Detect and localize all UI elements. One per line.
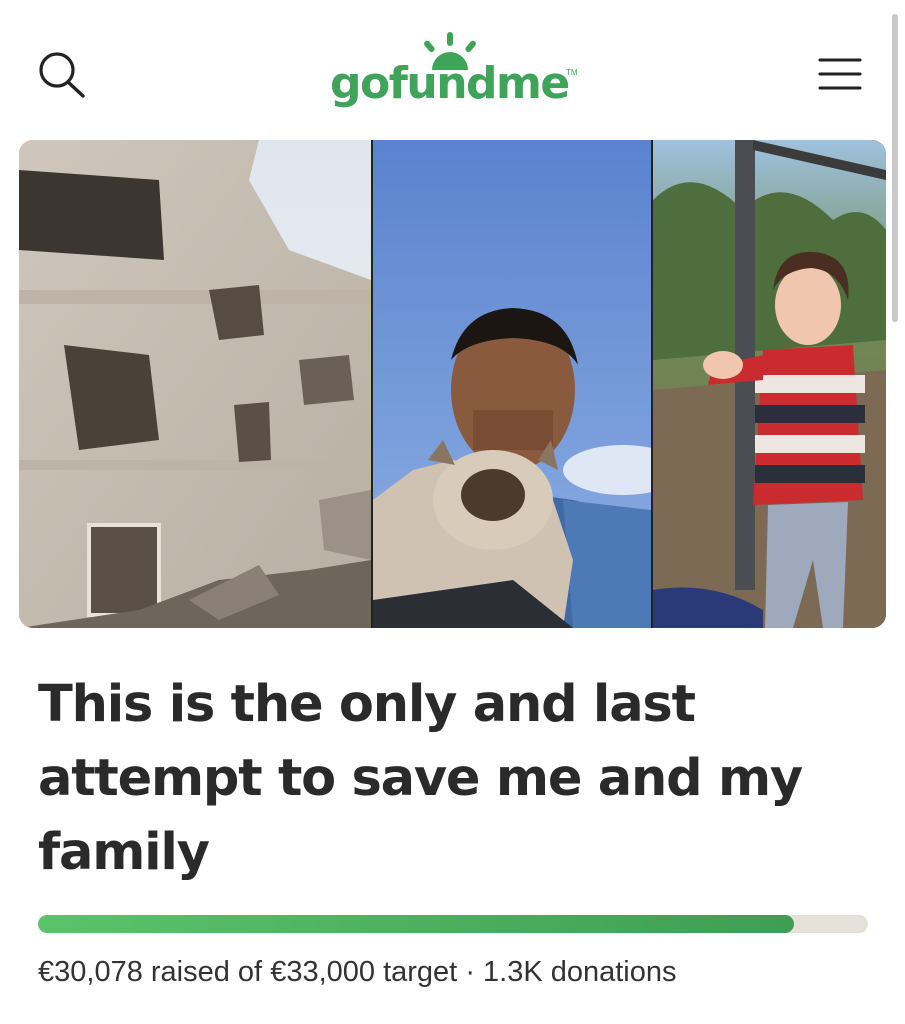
search-icon [39, 52, 85, 98]
damaged-building-photo [19, 140, 371, 628]
funding-progress-fill [38, 915, 795, 933]
logo-wordmark: gofundme [330, 58, 570, 109]
stats-separator: · [465, 956, 475, 988]
menu-button[interactable] [816, 54, 866, 96]
top-navigation-bar: gofundme TM [0, 0, 905, 135]
campaign-title: This is the only and last attempt to sav… [38, 675, 803, 882]
child-in-striped-sweater-photo [653, 140, 886, 628]
search-button[interactable] [37, 50, 93, 102]
raised-amount: €30,078 [38, 956, 143, 988]
donations-label: donations [550, 956, 677, 988]
campaign-photo-gallery[interactable] [19, 140, 886, 628]
raised-of-label: raised of [150, 956, 263, 988]
target-amount: €33,000 [270, 956, 376, 988]
funding-stats: €30,078 raised of €33,000 target · 1.3K d… [38, 956, 878, 989]
man-with-cat-selfie-photo [373, 140, 651, 628]
donations-count: 1.3K [483, 956, 543, 988]
page-scrollbar[interactable] [892, 14, 898, 322]
logo-trademark: TM [566, 68, 578, 77]
target-label: target [383, 956, 458, 988]
funding-progress-bar [38, 915, 868, 933]
hamburger-menu-icon [818, 58, 862, 90]
